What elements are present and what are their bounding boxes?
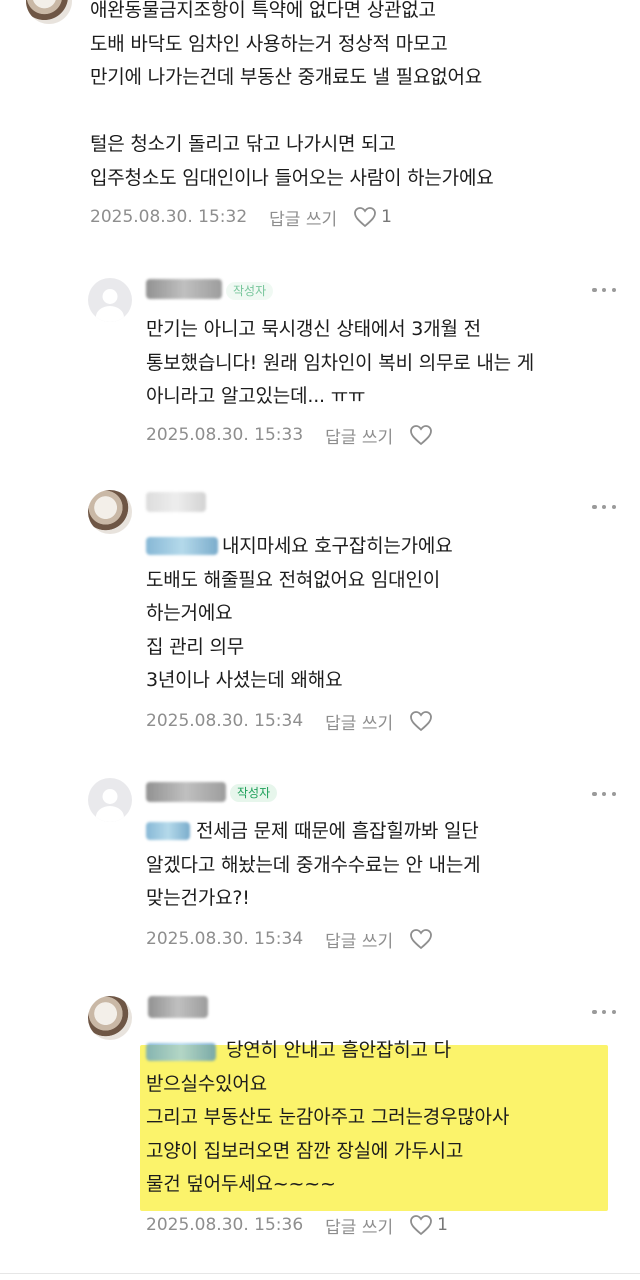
reply-button[interactable]: 답글 쓰기: [325, 1213, 393, 1238]
like-count: 1: [381, 207, 392, 227]
like-button[interactable]: 1: [409, 1214, 448, 1236]
avatar[interactable]: [26, 0, 72, 24]
reply-button[interactable]: 답글 쓰기: [325, 709, 393, 734]
nickname: [148, 996, 208, 1018]
avatar[interactable]: [88, 278, 132, 322]
nickname: [146, 492, 206, 512]
comment-meta: 2025.08.30. 15:34 답글 쓰기: [146, 708, 433, 734]
more-options-icon[interactable]: [592, 503, 616, 511]
heart-icon: [410, 711, 433, 732]
comment-date: 2025.08.30. 15:34: [146, 711, 304, 731]
avatar[interactable]: [88, 996, 132, 1040]
more-options-icon[interactable]: [592, 790, 616, 798]
comment-text: 내지마세요 호구잡히는가에요 도배도 해줄필요 전혀없어요 임대인이 하는거에요…: [146, 535, 453, 691]
like-button[interactable]: 1: [353, 206, 392, 228]
heart-icon: [354, 207, 377, 228]
more-options-icon[interactable]: [592, 286, 616, 294]
heart-icon: [410, 1215, 433, 1236]
comment-text: 당연히 안내고 흠안잡히고 다 받으실수있어요 그리고 부동산도 눈감아주고 그…: [146, 1039, 510, 1195]
comment-text: 만기는 아니고 묵시갱신 상태에서 3개월 전 통보했습니다! 원래 임차인이 …: [146, 318, 535, 407]
reply-button[interactable]: 답글 쓰기: [325, 927, 393, 952]
comment-date: 2025.08.30. 15:32: [90, 207, 248, 227]
comment-meta: 2025.08.30. 15:33 답글 쓰기: [146, 422, 433, 448]
divider: [0, 1273, 640, 1274]
author-badge: 작성자: [226, 282, 274, 300]
comment-date: 2025.08.30. 15:36: [146, 1215, 304, 1235]
comment-text: 전세금 문제 때문에 흠잡힐까봐 일단 알겠다고 해놨는데 중개수수료는 안 내…: [146, 820, 481, 909]
more-options-icon[interactable]: [592, 1008, 616, 1016]
like-button[interactable]: [409, 928, 433, 950]
like-button[interactable]: [409, 424, 433, 446]
author-badge: 작성자: [230, 784, 278, 802]
nickname: [146, 782, 226, 802]
like-count: 1: [437, 1215, 448, 1235]
comment-text: 애완동물금지조항이 특약에 없다면 상관없고 도배 바닥도 임차인 사용하는거 …: [90, 0, 494, 189]
heart-icon: [410, 929, 433, 950]
avatar[interactable]: [88, 490, 132, 534]
reply-button[interactable]: 답글 쓰기: [325, 423, 393, 448]
comment-meta: 2025.08.30. 15:36 답글 쓰기 1: [146, 1212, 448, 1238]
nickname: [146, 279, 222, 299]
reply-button[interactable]: 답글 쓰기: [269, 205, 337, 230]
comment-date: 2025.08.30. 15:34: [146, 929, 304, 949]
comment-date: 2025.08.30. 15:33: [146, 425, 304, 445]
avatar[interactable]: [88, 778, 132, 822]
comment-meta: 2025.08.30. 15:32 답글 쓰기 1: [90, 204, 392, 230]
comment-meta: 2025.08.30. 15:34 답글 쓰기: [146, 926, 433, 952]
heart-icon: [410, 425, 433, 446]
like-button[interactable]: [409, 710, 433, 732]
